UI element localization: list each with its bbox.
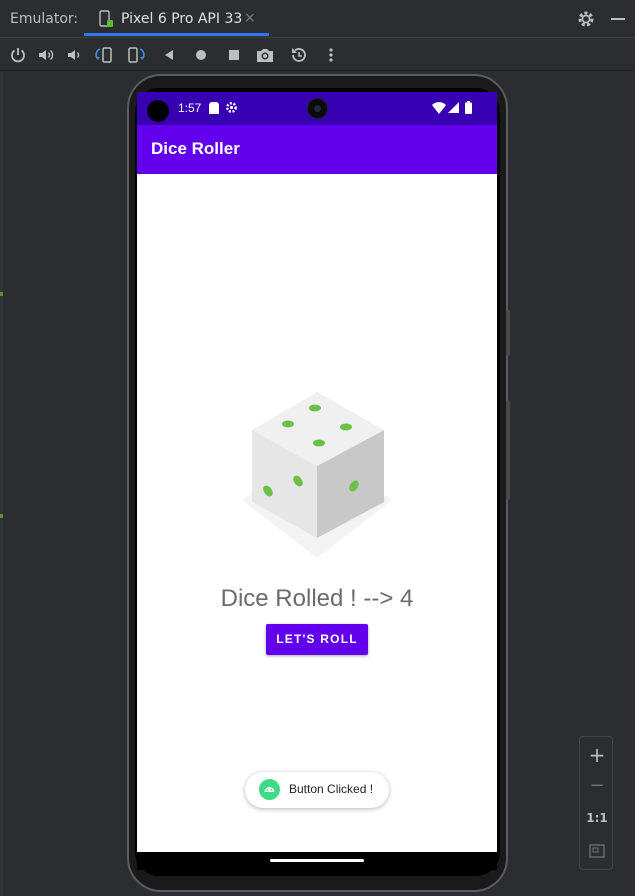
- battery-icon: [465, 101, 472, 114]
- settings-status-icon: [226, 102, 237, 113]
- tab-close-icon[interactable]: ×: [244, 10, 256, 26]
- minimize-icon[interactable]: [611, 18, 625, 20]
- toast-text: Button Clicked !: [289, 782, 374, 796]
- dice-result-text: Dice Rolled ! --> 4: [220, 585, 414, 612]
- lets-roll-button[interactable]: LET'S ROLL: [266, 624, 368, 655]
- wifi-icon: [432, 102, 446, 114]
- device-side-button[interactable]: [506, 310, 510, 356]
- zoom-out-button[interactable]: −: [580, 775, 614, 796]
- navigation-bar: [137, 852, 497, 870]
- tab-active-indicator: [84, 33, 269, 36]
- screenshot-icon[interactable]: [255, 45, 275, 65]
- zoom-panel: + − 1:1: [579, 736, 613, 870]
- gutter-marker: [0, 514, 3, 518]
- overview-icon[interactable]: [224, 45, 244, 65]
- zoom-actual-size-button[interactable]: 1:1: [580, 811, 614, 825]
- app-content: Dice Rolled ! --> 4 LET'S ROLL Button Cl…: [137, 174, 497, 852]
- gutter-marker: [0, 292, 3, 296]
- back-icon[interactable]: [159, 45, 179, 65]
- status-bar: 1:57: [137, 92, 497, 125]
- zoom-fit-icon[interactable]: [589, 843, 605, 862]
- punch-hole: [147, 100, 169, 122]
- snapshot-icon[interactable]: [289, 45, 309, 65]
- tool-window-title: Emulator:: [10, 11, 79, 27]
- tab-pixel-6-pro[interactable]: Pixel 6 Pro API 33 ×: [84, 0, 269, 38]
- gear-icon[interactable]: [576, 9, 596, 29]
- dice-pip: [313, 439, 325, 447]
- tool-window-header: Emulator: Pixel 6 Pro API 33 ×: [0, 0, 635, 38]
- app-title: Dice Roller: [151, 139, 240, 158]
- dice-pip: [282, 420, 294, 428]
- android-icon: [259, 779, 280, 800]
- zoom-in-button[interactable]: +: [580, 743, 614, 767]
- more-icon[interactable]: [321, 45, 341, 65]
- rotate-right-icon[interactable]: [126, 45, 146, 65]
- gesture-handle[interactable]: [270, 859, 364, 862]
- app-bar: Dice Roller: [137, 125, 497, 174]
- device-volume-button[interactable]: [506, 400, 510, 500]
- power-icon[interactable]: [8, 45, 28, 65]
- toast-message: Button Clicked !: [245, 772, 389, 808]
- device-icon: [99, 10, 113, 27]
- rotate-left-icon[interactable]: [94, 45, 114, 65]
- status-time: 1:57: [178, 101, 202, 115]
- tab-label: Pixel 6 Pro API 33: [121, 11, 243, 27]
- left-gutter: [0, 72, 3, 896]
- home-icon[interactable]: [191, 45, 211, 65]
- volume-up-icon[interactable]: [36, 45, 56, 65]
- volume-down-icon[interactable]: [64, 45, 84, 65]
- front-camera: [307, 98, 328, 119]
- sd-card-icon: [209, 102, 219, 114]
- dice-image: [242, 392, 392, 558]
- dice-pip: [340, 423, 352, 431]
- emulator-toolbar: [0, 39, 635, 71]
- signal-icon: [448, 102, 459, 113]
- dice-pip: [309, 404, 321, 412]
